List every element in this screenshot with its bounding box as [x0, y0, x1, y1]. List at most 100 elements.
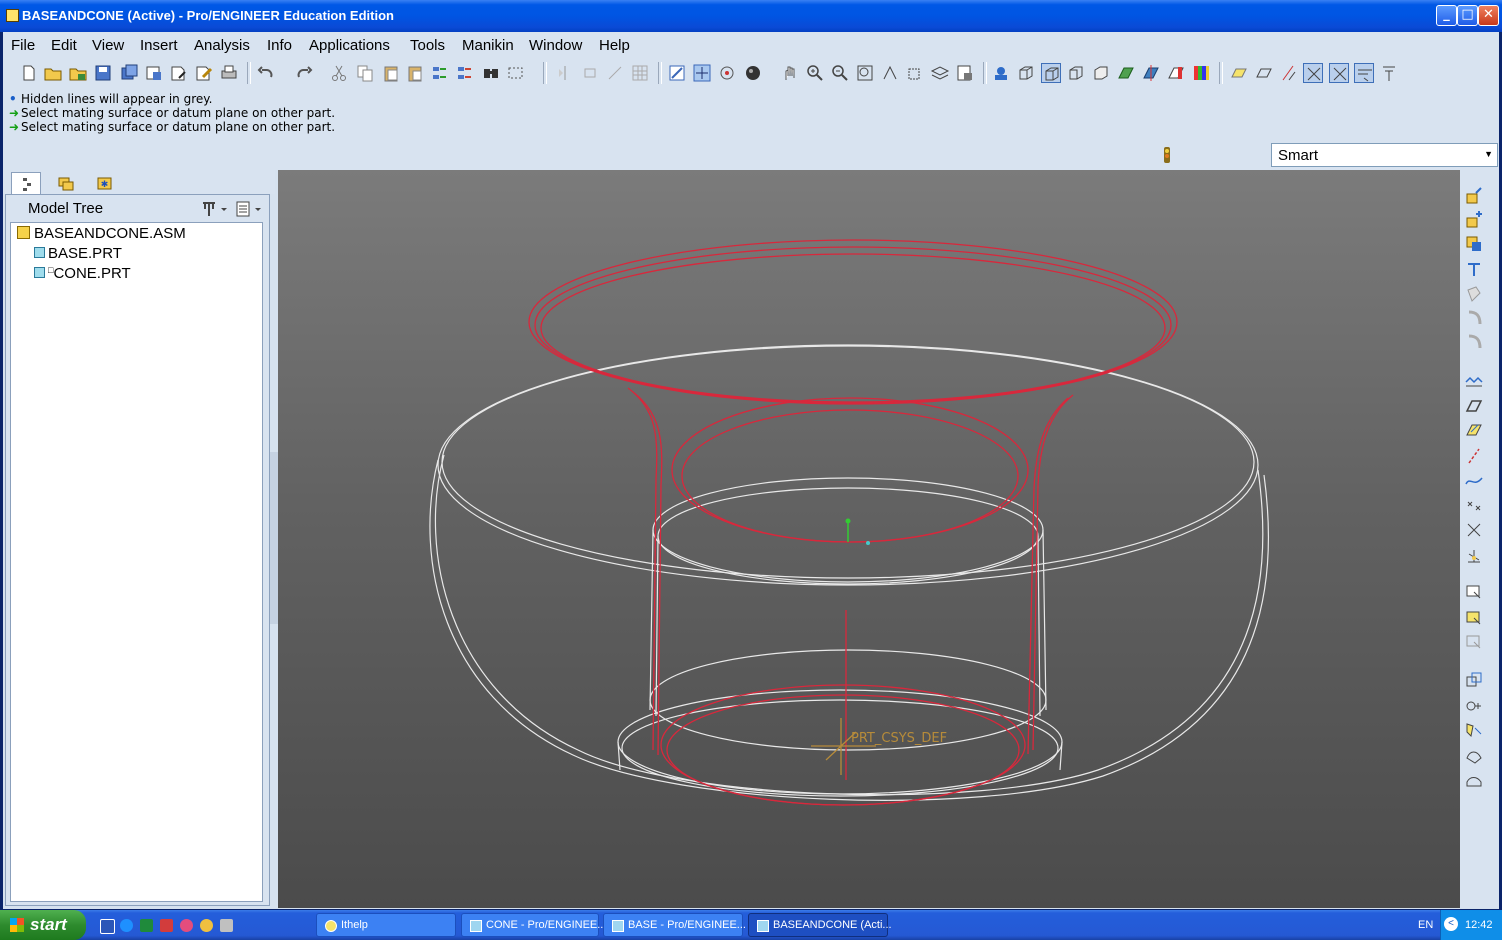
tab-folder-browser[interactable]	[51, 172, 81, 194]
new-file-icon[interactable]	[19, 63, 39, 83]
traffic-light-icon[interactable]	[1161, 146, 1173, 164]
menu-help[interactable]: Help	[599, 37, 630, 54]
shrinkwrap-icon[interactable]	[1464, 632, 1484, 652]
find-icon[interactable]	[481, 63, 501, 83]
flexible-icon[interactable]	[1464, 746, 1484, 766]
start-button[interactable]: start	[0, 910, 86, 940]
refit-icon[interactable]	[855, 63, 875, 83]
hole-icon[interactable]	[1464, 284, 1484, 304]
edit-icon[interactable]	[194, 63, 214, 83]
undo-icon[interactable]	[257, 63, 277, 83]
task-base[interactable]: BASE - Pro/ENGINEE...	[603, 913, 746, 937]
save-icon[interactable]	[93, 63, 113, 83]
pan-hand-icon[interactable]	[780, 63, 800, 83]
spin-center-icon[interactable]	[692, 63, 712, 83]
reorient-icon[interactable]	[880, 63, 900, 83]
datum-display-toggle-icon[interactable]	[1464, 370, 1484, 390]
panel-splitter[interactable]	[270, 452, 278, 624]
copy-geometry-icon[interactable]	[1464, 608, 1484, 628]
pattern-icon[interactable]	[630, 63, 650, 83]
menu-insert[interactable]: Insert	[140, 37, 178, 54]
tree-columns-icon[interactable]	[235, 200, 265, 218]
datum-planes-icon[interactable]	[1116, 63, 1136, 83]
paste-icon[interactable]	[381, 63, 401, 83]
layers-icon[interactable]	[930, 63, 950, 83]
datum-plane-tool-icon[interactable]	[1254, 63, 1274, 83]
datum-axes-icon[interactable]	[1141, 63, 1161, 83]
ie-icon[interactable]	[120, 919, 133, 932]
cut-icon[interactable]	[329, 63, 349, 83]
csys-display-icon[interactable]	[1329, 63, 1349, 83]
no-hidden-icon[interactable]	[1066, 63, 1086, 83]
datum-plane-display-icon[interactable]	[1229, 63, 1249, 83]
maximize-button[interactable]: □	[1457, 5, 1478, 26]
view-manager-icon[interactable]	[955, 63, 975, 83]
tab-favorites[interactable]: ✱	[89, 172, 119, 194]
working-directory-icon[interactable]	[68, 63, 88, 83]
tab-model-tree[interactable]	[11, 172, 41, 194]
skeleton-icon[interactable]	[1464, 770, 1484, 790]
round-icon[interactable]	[1464, 308, 1484, 328]
task-baseandcone[interactable]: BASEANDCONE (Acti...	[748, 913, 892, 937]
graphics-viewport[interactable]: PRT_CSYS_DEF	[278, 170, 1460, 908]
powerpoint-icon[interactable]	[160, 919, 173, 932]
axis-icon[interactable]	[1464, 446, 1484, 466]
tree-item-assembly[interactable]: BASEANDCONE.ASM	[17, 225, 186, 242]
saved-views-icon[interactable]	[905, 63, 925, 83]
menu-info[interactable]: Info	[267, 37, 292, 54]
print-icon[interactable]	[219, 63, 239, 83]
mirror-icon[interactable]	[555, 63, 575, 83]
coordinate-system-icon[interactable]	[1464, 546, 1484, 566]
trim-icon[interactable]	[605, 63, 625, 83]
printer-icon[interactable]	[220, 919, 233, 932]
task-cone[interactable]: CONE - Pro/ENGINEE...	[461, 913, 606, 937]
task-ithelp[interactable]: Ithelp	[316, 913, 456, 937]
close-button[interactable]: ✕	[1478, 5, 1499, 26]
menu-analysis[interactable]: Analysis	[194, 37, 250, 54]
wireframe-icon[interactable]	[1016, 63, 1036, 83]
minimize-button[interactable]: _	[1436, 5, 1457, 26]
menu-manikin[interactable]: Manikin	[462, 37, 514, 54]
appearance-icon[interactable]	[743, 63, 763, 83]
tree-item-base[interactable]: BASE.PRT	[34, 245, 122, 262]
save-copy-icon[interactable]	[119, 63, 139, 83]
menu-view[interactable]: View	[92, 37, 124, 54]
revolve-icon[interactable]	[1464, 260, 1484, 280]
zoom-out-icon[interactable]	[830, 63, 850, 83]
settings-gear-icon[interactable]	[200, 919, 213, 932]
merge-icon[interactable]	[580, 63, 600, 83]
excel-icon[interactable]	[140, 919, 153, 932]
repaint-icon[interactable]	[667, 63, 687, 83]
backup-icon[interactable]	[144, 63, 164, 83]
tree-settings-icon[interactable]	[200, 200, 230, 218]
copy-icon[interactable]	[355, 63, 375, 83]
explode-icon[interactable]	[1464, 720, 1484, 740]
shading-icon[interactable]	[1091, 63, 1111, 83]
title-bar[interactable]: BASEANDCONE (Active) - Pro/ENGINEER Educ…	[0, 0, 1502, 32]
create-component-icon[interactable]	[1464, 210, 1484, 230]
color-appearance-icon[interactable]	[1191, 63, 1211, 83]
point-icon[interactable]	[1464, 496, 1484, 516]
media-icon[interactable]	[180, 919, 193, 932]
menu-file[interactable]: File	[11, 37, 35, 54]
curve-icon[interactable]	[1464, 470, 1484, 490]
hidden-line-icon[interactable]	[1041, 63, 1061, 83]
language-indicator[interactable]: EN	[1418, 919, 1433, 931]
datum-point-tool-icon[interactable]	[1303, 63, 1323, 83]
orient-mode-icon[interactable]	[717, 63, 737, 83]
open-folder-icon[interactable]	[43, 63, 63, 83]
component-operations-icon[interactable]	[1464, 696, 1484, 716]
menu-window[interactable]: Window	[529, 37, 582, 54]
menu-edit[interactable]: Edit	[51, 37, 77, 54]
annotation-display-icon[interactable]	[1354, 63, 1374, 83]
chamfer-icon[interactable]	[1464, 332, 1484, 352]
word-icon[interactable]	[100, 919, 115, 934]
shading-with-edges-icon[interactable]	[991, 63, 1011, 83]
menu-applications[interactable]: Applications	[309, 37, 390, 54]
datum-axis-tool-icon[interactable]	[1279, 63, 1299, 83]
select-box-icon[interactable]	[506, 63, 526, 83]
tree-item-cone[interactable]: □CONE.PRT	[34, 265, 131, 282]
zoom-in-icon[interactable]	[805, 63, 825, 83]
redo-icon[interactable]	[293, 63, 313, 83]
regen-manager-icon[interactable]	[455, 63, 475, 83]
